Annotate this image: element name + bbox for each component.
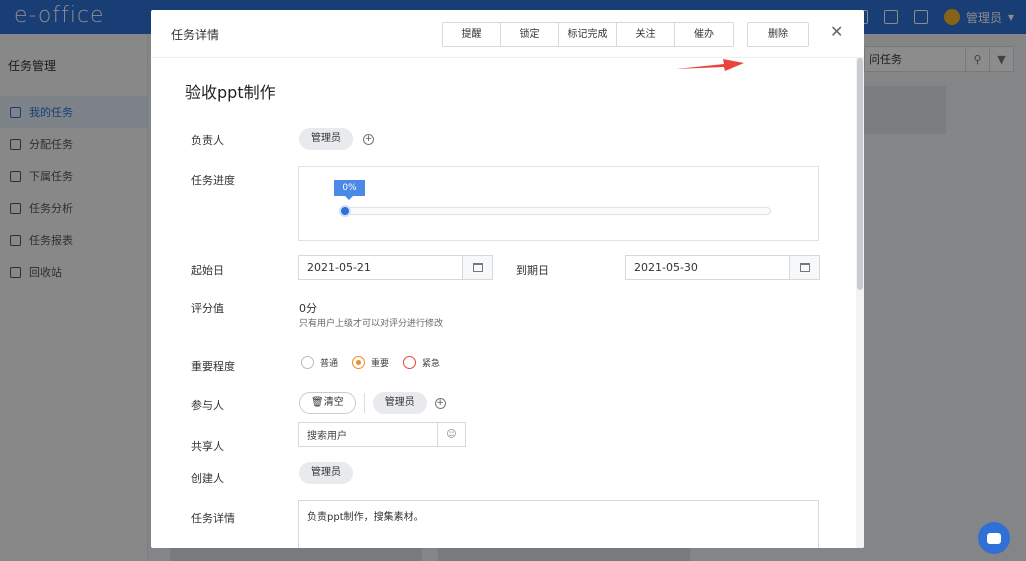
sharer-label: 共享人 <box>191 440 224 453</box>
clear-participants-button[interactable]: 🗑清空 <box>299 392 356 414</box>
action-button-group: 提醒 锁定 标记完成 关注 催办 <box>442 22 734 47</box>
start-date-field[interactable]: 2021-05-21 <box>298 255 493 280</box>
follow-button[interactable]: 关注 <box>617 23 675 46</box>
end-date-field[interactable]: 2021-05-30 <box>625 255 820 280</box>
owner-row: 管理员 + <box>299 128 374 150</box>
creator-row: 管理员 <box>299 462 353 484</box>
priority-normal-label[interactable]: 普通 <box>320 356 338 369</box>
priority-important-radio[interactable] <box>352 356 366 369</box>
owner-tag[interactable]: 管理员 <box>299 128 353 150</box>
clear-label: 清空 <box>323 397 344 408</box>
end-date-value: 2021-05-30 <box>634 261 698 274</box>
trash-icon: 🗑 <box>311 397 324 408</box>
progress-handle[interactable] <box>339 205 351 217</box>
score-label: 评分值 <box>191 302 224 315</box>
participants-label: 参与人 <box>191 399 224 412</box>
scrollbar-thumb[interactable] <box>857 58 863 290</box>
chat-button[interactable] <box>978 522 1010 554</box>
end-date-label: 到期日 <box>516 264 549 277</box>
remind-button[interactable]: 提醒 <box>443 23 501 46</box>
user-icon[interactable]: ☺ <box>437 423 465 446</box>
task-detail-modal: 任务详情 提醒 锁定 标记完成 关注 催办 删除 ✕ 验收ppt制作 负责人 管… <box>151 10 864 548</box>
task-name: 验收ppt制作 <box>185 83 276 102</box>
start-date-label: 起始日 <box>191 264 224 277</box>
participant-tag[interactable]: 管理员 <box>372 392 427 414</box>
chat-icon <box>987 532 1001 544</box>
priority-label: 重要程度 <box>191 360 235 373</box>
add-owner-icon[interactable]: + <box>363 133 374 145</box>
owner-label: 负责人 <box>191 134 224 147</box>
progress-label: 任务进度 <box>191 174 235 187</box>
mark-complete-button[interactable]: 标记完成 <box>559 23 617 46</box>
lock-button[interactable]: 锁定 <box>501 23 559 46</box>
priority-urgent-label[interactable]: 紧急 <box>422 356 440 369</box>
modal-header: 任务详情 提醒 锁定 标记完成 关注 催办 删除 ✕ <box>151 10 864 71</box>
participants-row: 🗑清空 管理员 + <box>299 392 446 414</box>
calendar-icon[interactable] <box>789 256 819 279</box>
score-hint: 只有用户上级才可以对评分进行修改 <box>299 319 444 329</box>
priority-important-label[interactable]: 重要 <box>371 356 389 369</box>
priority-radio-group: 普通 重要 紧急 <box>301 356 448 369</box>
divider <box>363 393 365 413</box>
detail-label: 任务详情 <box>191 512 235 525</box>
urge-button[interactable]: 催办 <box>675 23 733 46</box>
calendar-icon[interactable] <box>462 256 492 279</box>
progress-badge: 0% <box>334 180 365 200</box>
creator-tag: 管理员 <box>299 462 353 484</box>
progress-slider[interactable] <box>339 205 771 217</box>
sharer-search-placeholder: 搜索用户 <box>307 431 347 442</box>
task-detail-textarea[interactable]: 负责ppt制作，搜集素材。 <box>298 500 819 548</box>
start-date-value: 2021-05-21 <box>307 261 371 274</box>
add-participant-icon[interactable]: + <box>434 397 446 409</box>
creator-label: 创建人 <box>191 472 224 485</box>
close-icon[interactable]: ✕ <box>830 24 843 40</box>
priority-normal-radio[interactable] <box>301 356 314 369</box>
progress-box: 0% <box>298 166 819 241</box>
modal-body: 验收ppt制作 负责人 管理员 + 任务进度 0% 起始日 2021-05-21… <box>151 58 856 548</box>
delete-button[interactable]: 删除 <box>747 22 809 47</box>
modal-scrollbar[interactable] <box>856 58 864 548</box>
priority-urgent-radio[interactable] <box>403 356 417 369</box>
sharer-search-input[interactable]: 搜索用户 ☺ <box>298 422 466 447</box>
modal-title: 任务详情 <box>171 28 220 42</box>
score-value: 0分 <box>299 302 317 315</box>
